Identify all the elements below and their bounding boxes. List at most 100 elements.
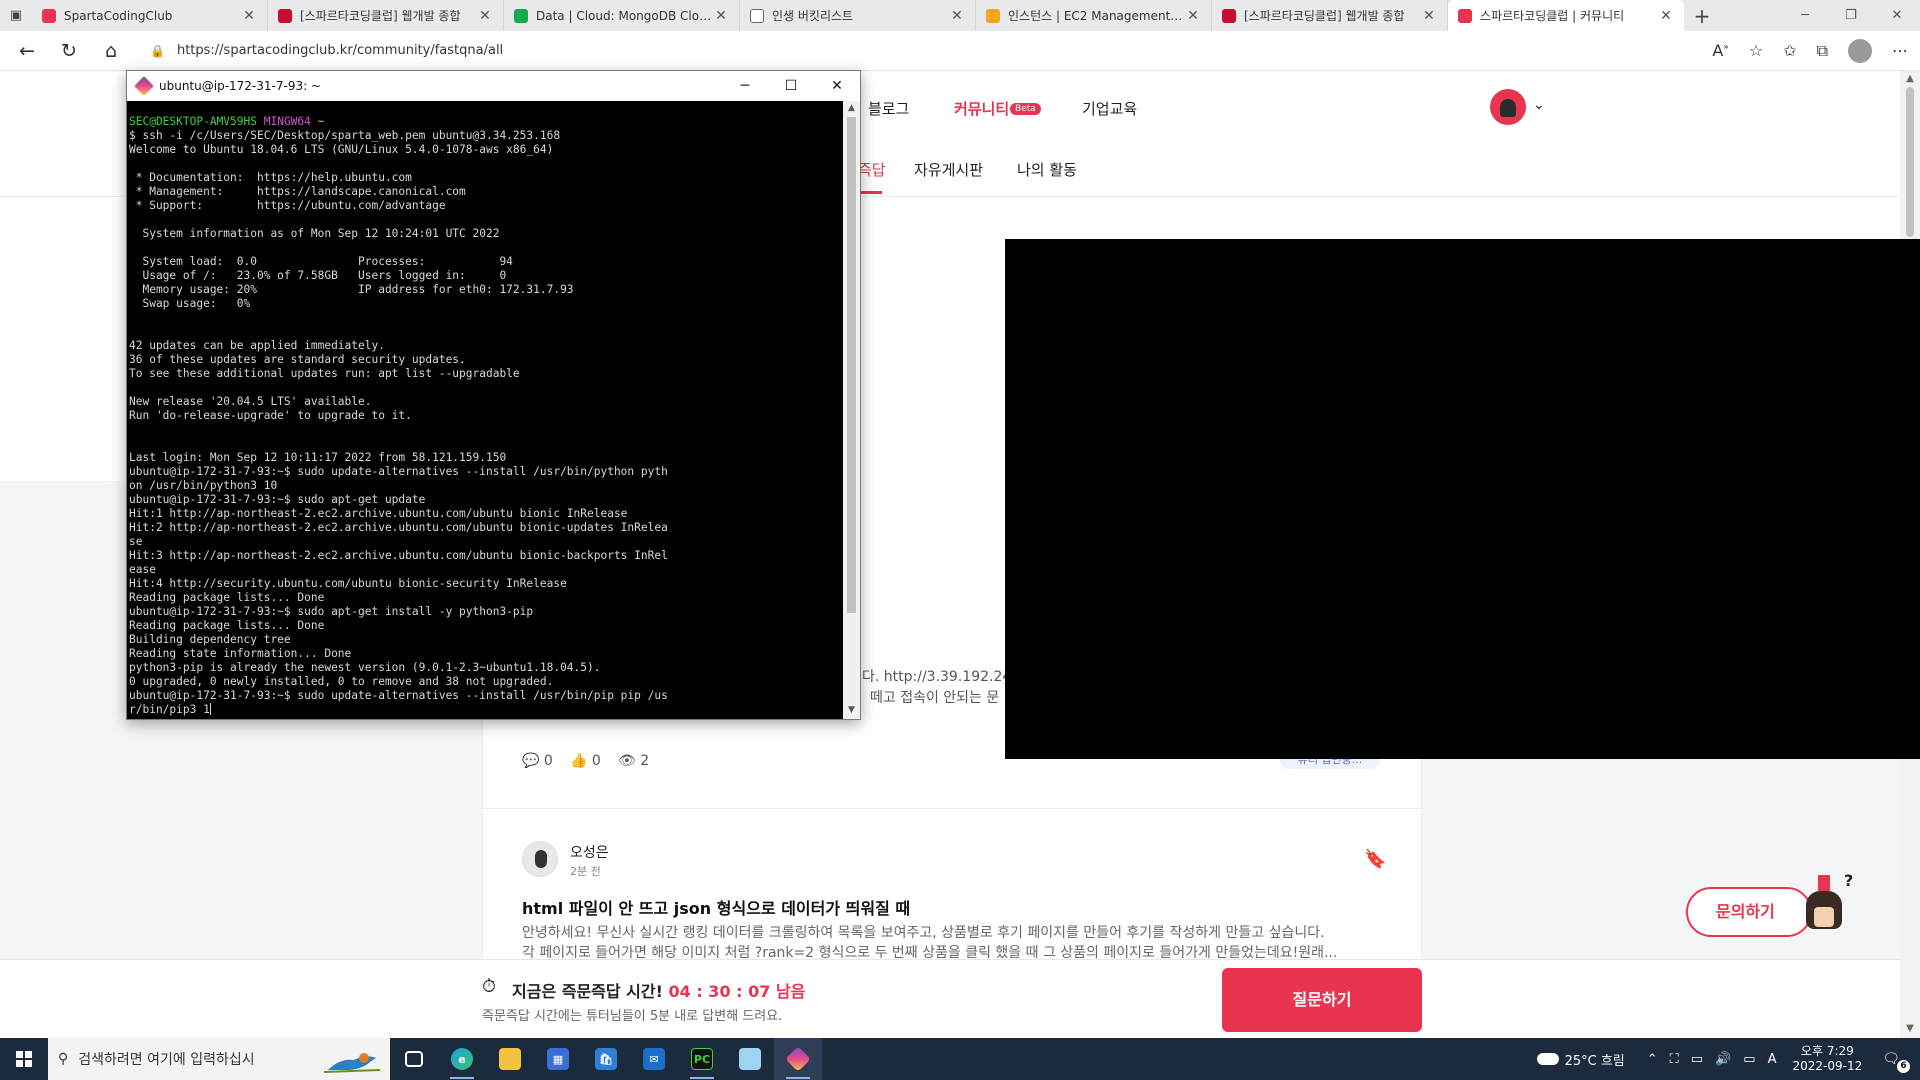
- more-menu-icon[interactable]: ⋯: [1892, 41, 1908, 60]
- pycharm-icon[interactable]: PC: [678, 1038, 726, 1080]
- home-icon[interactable]: ⌂: [90, 40, 132, 62]
- scroll-up-icon[interactable]: ▲: [1900, 73, 1920, 84]
- chevron-up-icon[interactable]: ⌃: [1647, 1052, 1658, 1067]
- terminal-lines: $ ssh -i /c/Users/SEC/Desktop/sparta_web…: [129, 129, 843, 717]
- collections-icon[interactable]: ⧉: [1817, 41, 1828, 61]
- terminal-line: ubuntu@ip-172-31-7-93:~$ sudo apt-get in…: [129, 605, 534, 618]
- tab-close-icon[interactable]: ✕: [949, 8, 965, 24]
- tab-fastqna[interactable]: 즉답: [858, 159, 886, 180]
- notification-icon[interactable]: 🗨 6: [1882, 1051, 1910, 1073]
- mail-icon[interactable]: ✉: [630, 1038, 678, 1080]
- tab-close-icon[interactable]: ✕: [1421, 8, 1437, 24]
- read-aloud-icon[interactable]: A»: [1712, 41, 1728, 60]
- profile-avatar[interactable]: [1848, 38, 1872, 63]
- eye-icon: 👁: [618, 753, 636, 769]
- scroll-down-icon[interactable]: ▼: [1900, 1023, 1920, 1034]
- lock-icon: 🔒: [150, 43, 165, 58]
- browser-tab[interactable]: 스파르타코딩클럽 | 커뮤니티 ✕: [1448, 0, 1684, 31]
- favicon-icon: [986, 8, 1000, 23]
- volume-icon[interactable]: 🔊: [1715, 1052, 1731, 1067]
- browser-tab[interactable]: [스파르타코딩클럽] 웹개발 종합 ✕: [1212, 0, 1448, 31]
- tab-close-icon[interactable]: ✕: [713, 8, 729, 24]
- terminal-scroll-up-icon[interactable]: ▲: [843, 103, 860, 113]
- tab-close-icon[interactable]: ✕: [1658, 8, 1674, 24]
- search-icon: ⚲: [58, 1051, 69, 1067]
- start-button[interactable]: [0, 1038, 48, 1080]
- display-icon[interactable]: ▭: [1743, 1052, 1755, 1067]
- chevron-down-icon[interactable]: ⌄: [1533, 97, 1545, 113]
- restore-icon[interactable]: ❐: [1828, 0, 1874, 31]
- terminal-output[interactable]: SEC@DESKTOP-AMV59HS MINGW64 ~ $ ssh -i /…: [129, 101, 843, 719]
- network-icon[interactable]: ⛶: [1670, 1052, 1679, 1067]
- browser-tab[interactable]: SpartaCodingClub ✕: [32, 0, 268, 31]
- terminal-cursor: [209, 703, 211, 715]
- terminal-maximize-icon[interactable]: ☐: [768, 78, 814, 94]
- nav-blog[interactable]: 블로그: [868, 98, 909, 119]
- tab-close-icon[interactable]: ✕: [241, 8, 257, 24]
- favorites-icon[interactable]: ✩: [1783, 41, 1796, 60]
- store-icon[interactable]: 🛍: [582, 1038, 630, 1080]
- terminal-line: Hit:2 http://ap-northeast-2.ec2.archive.…: [129, 521, 668, 534]
- refresh-icon[interactable]: ↻: [48, 40, 90, 62]
- post-body[interactable]: 안녕하세요! 무신사 실시간 랭킹 데이터를 크롤링하여 목록을 보여주고, 상…: [522, 923, 1382, 963]
- terminal-scrollbar[interactable]: ▲ ▼: [843, 101, 860, 719]
- taskbar-search-input[interactable]: ⚲ 검색하려면 여기에 입력하십시: [48, 1038, 390, 1080]
- ask-question-button[interactable]: 질문하기: [1222, 968, 1422, 1032]
- browser-tab[interactable]: 인스턴스 | EC2 Management Co ✕: [976, 0, 1212, 31]
- minimize-icon[interactable]: ─: [1782, 0, 1828, 31]
- new-tab-button[interactable]: +: [1684, 0, 1720, 31]
- terminal-line: $ ssh -i /c/Users/SEC/Desktop/sparta_web…: [129, 129, 561, 142]
- favicon-icon: [1458, 8, 1472, 23]
- terminal-line: Reading package lists... Done: [129, 591, 325, 604]
- tab-free-board[interactable]: 자유게시판: [914, 159, 983, 180]
- mascot-icon[interactable]: ?: [1796, 871, 1853, 943]
- terminal-line: ease: [129, 563, 156, 576]
- tab-close-icon[interactable]: ✕: [477, 8, 493, 24]
- git-bash-taskbar-icon[interactable]: [774, 1038, 822, 1080]
- windows-logo-icon: [16, 1051, 32, 1067]
- terminal-line: on /usr/bin/python3 10: [129, 479, 278, 492]
- taskbar-clock[interactable]: 오후 7:29 2022-09-12: [1792, 1044, 1862, 1074]
- edge-icon[interactable]: e: [438, 1038, 486, 1080]
- post-title[interactable]: html 파일이 안 뜨고 json 형식으로 데이터가 띄워질 때: [522, 895, 910, 919]
- browser-tab[interactable]: [스파르타코딩클럽] 웹개발 종합 ✕: [268, 0, 504, 31]
- terminal-titlebar[interactable]: ubuntu@ip-172-31-7-93: ~ ─ ☐ ✕: [127, 71, 860, 101]
- bookmark-icon[interactable]: 🔖: [1364, 849, 1386, 870]
- calculator-icon[interactable]: ▦: [534, 1038, 582, 1080]
- scroll-thumb[interactable]: [1906, 87, 1914, 237]
- user-avatar[interactable]: [1490, 89, 1526, 125]
- url-field[interactable]: 🔒 https://spartacodingclub.kr/community/…: [140, 36, 1380, 66]
- terminal-minimize-icon[interactable]: ─: [722, 78, 768, 94]
- terminal-scroll-down-icon[interactable]: ▼: [843, 705, 860, 715]
- favorite-star-icon[interactable]: ☆: [1749, 41, 1763, 60]
- battery-icon[interactable]: ▭: [1691, 1052, 1703, 1067]
- browser-tab[interactable]: 인생 버킷리스트 ✕: [740, 0, 976, 31]
- tab-actions-icon[interactable]: ▣: [0, 0, 32, 31]
- close-icon[interactable]: ✕: [1874, 0, 1920, 31]
- tab-close-icon[interactable]: ✕: [1185, 8, 1201, 24]
- nav-corporate-training[interactable]: 기업교육: [1082, 98, 1137, 119]
- task-view-icon[interactable]: [390, 1038, 438, 1080]
- browser-tab-title: SpartaCodingClub: [64, 8, 173, 23]
- terminal-line: 0 upgraded, 0 newly installed, 0 to remo…: [129, 675, 554, 688]
- nav-community[interactable]: 커뮤니티: [954, 98, 1009, 119]
- inquiry-button[interactable]: 문의하기: [1686, 887, 1812, 937]
- terminal-line: Usage of /: 23.0% of 7.58GB Users logged…: [129, 269, 507, 282]
- notepad-icon[interactable]: [726, 1038, 774, 1080]
- view-count: 👁 2: [618, 753, 650, 769]
- like-count[interactable]: 👍 0: [570, 753, 601, 769]
- terminal-line: Reading package lists... Done: [129, 619, 325, 632]
- weather-widget[interactable]: 25°C 흐림: [1536, 1050, 1625, 1069]
- terminal-scroll-thumb[interactable]: [847, 117, 856, 613]
- tab-my-activity[interactable]: 나의 활동: [1017, 159, 1077, 180]
- terminal-window[interactable]: ubuntu@ip-172-31-7-93: ~ ─ ☐ ✕ SEC@DESKT…: [126, 70, 861, 720]
- terminal-close-icon[interactable]: ✕: [814, 78, 860, 94]
- file-explorer-icon[interactable]: [486, 1038, 534, 1080]
- back-icon[interactable]: ←: [6, 40, 48, 62]
- terminal-title: ubuntu@ip-172-31-7-93: ~: [159, 79, 322, 93]
- clock-time: 오후 7:29: [1800, 1044, 1854, 1058]
- browser-tab[interactable]: Data | Cloud: MongoDB Cloud ✕: [504, 0, 740, 31]
- ime-indicator[interactable]: A: [1768, 1052, 1777, 1067]
